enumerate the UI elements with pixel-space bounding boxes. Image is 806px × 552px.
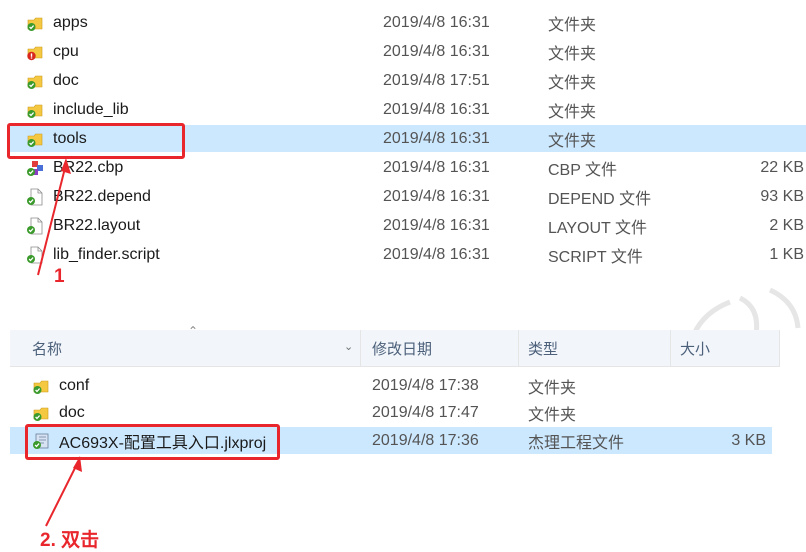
file-name: cpu: [53, 42, 79, 60]
list-item[interactable]: apps 2019/4/8 16:31 文件夹: [10, 9, 806, 36]
annotation-arrow-2: [45, 456, 82, 527]
folder-error-icon: [26, 43, 44, 61]
file-type: 文件夹: [548, 16, 597, 34]
file-date: 2019/4/8 17:51: [383, 71, 490, 89]
file-date: 2019/4/8 17:36: [372, 431, 479, 449]
file-name: apps: [53, 13, 88, 31]
file-date: 2019/4/8 16:31: [383, 100, 490, 118]
list-item[interactable]: BR22.depend 2019/4/8 16:31 DEPEND 文件 93 …: [10, 183, 806, 210]
list-item[interactable]: doc 2019/4/8 17:51 文件夹: [10, 67, 806, 94]
file-name: conf: [59, 376, 90, 394]
file-type: 文件夹: [548, 45, 597, 63]
file-type: 文件夹: [528, 379, 577, 397]
list-item[interactable]: lib_finder.script 2019/4/8 16:31 SCRIPT …: [10, 241, 806, 268]
file-date: 2019/4/8 16:31: [383, 187, 490, 205]
file-type: 文件夹: [548, 132, 597, 150]
list-item[interactable]: BR22.layout 2019/4/8 16:31 LAYOUT 文件 2 K…: [10, 212, 806, 239]
file-size: 3 KB: [731, 431, 766, 449]
file-date: 2019/4/8 16:31: [383, 129, 490, 147]
file-type: LAYOUT 文件: [548, 219, 647, 237]
file-type: 文件夹: [548, 103, 597, 121]
sort-ascending-icon[interactable]: ⌃: [188, 324, 198, 338]
file-type: CBP 文件: [548, 161, 618, 179]
file-date: 2019/4/8 17:47: [372, 403, 479, 421]
column-header-name[interactable]: 名称: [32, 330, 62, 366]
folder-check-icon: [26, 14, 44, 32]
file-size: 22 KB: [760, 158, 804, 176]
file-size: 1 KB: [769, 245, 804, 263]
file-date: 2019/4/8 17:38: [372, 376, 479, 394]
file-name: include_lib: [53, 100, 129, 118]
file-date: 2019/4/8 16:31: [383, 42, 490, 60]
file-date: 2019/4/8 16:31: [383, 158, 490, 176]
column-header: 名称 ⌃ ⌄ 修改日期 类型 大小: [10, 324, 780, 367]
file-size: 93 KB: [760, 187, 804, 205]
file-date: 2019/4/8 16:31: [383, 245, 490, 263]
file-date: 2019/4/8 16:31: [383, 13, 490, 31]
file-type: 文件夹: [528, 406, 577, 424]
folder-check-icon: [32, 377, 50, 395]
list-item[interactable]: doc 2019/4/8 17:47 文件夹: [10, 399, 780, 426]
annotation-arrow-1: [37, 158, 71, 276]
file-type: SCRIPT 文件: [548, 248, 643, 266]
file-name: doc: [59, 403, 85, 421]
file-type: 杰理工程文件: [528, 434, 625, 452]
chevron-down-icon[interactable]: ⌄: [344, 340, 353, 353]
column-header-date[interactable]: 修改日期: [372, 330, 432, 366]
column-header-type[interactable]: 类型: [528, 330, 558, 366]
list-item[interactable]: cpu 2019/4/8 16:31 文件夹: [10, 38, 806, 65]
folder-check-icon: [32, 404, 50, 422]
list-item[interactable]: include_lib 2019/4/8 16:31 文件夹: [10, 96, 806, 123]
file-date: 2019/4/8 16:31: [383, 216, 490, 234]
file-name: doc: [53, 71, 79, 89]
file-type: 文件夹: [548, 74, 597, 92]
column-header-size[interactable]: 大小: [680, 330, 710, 366]
annotation-label-1: 1: [54, 266, 65, 287]
folder-check-icon: [26, 101, 44, 119]
file-size: 2 KB: [769, 216, 804, 234]
annotation-label-2: 2. 双击: [40, 530, 100, 551]
list-item[interactable]: conf 2019/4/8 17:38 文件夹: [10, 372, 780, 399]
folder-check-icon: [26, 72, 44, 90]
file-type: DEPEND 文件: [548, 190, 652, 208]
